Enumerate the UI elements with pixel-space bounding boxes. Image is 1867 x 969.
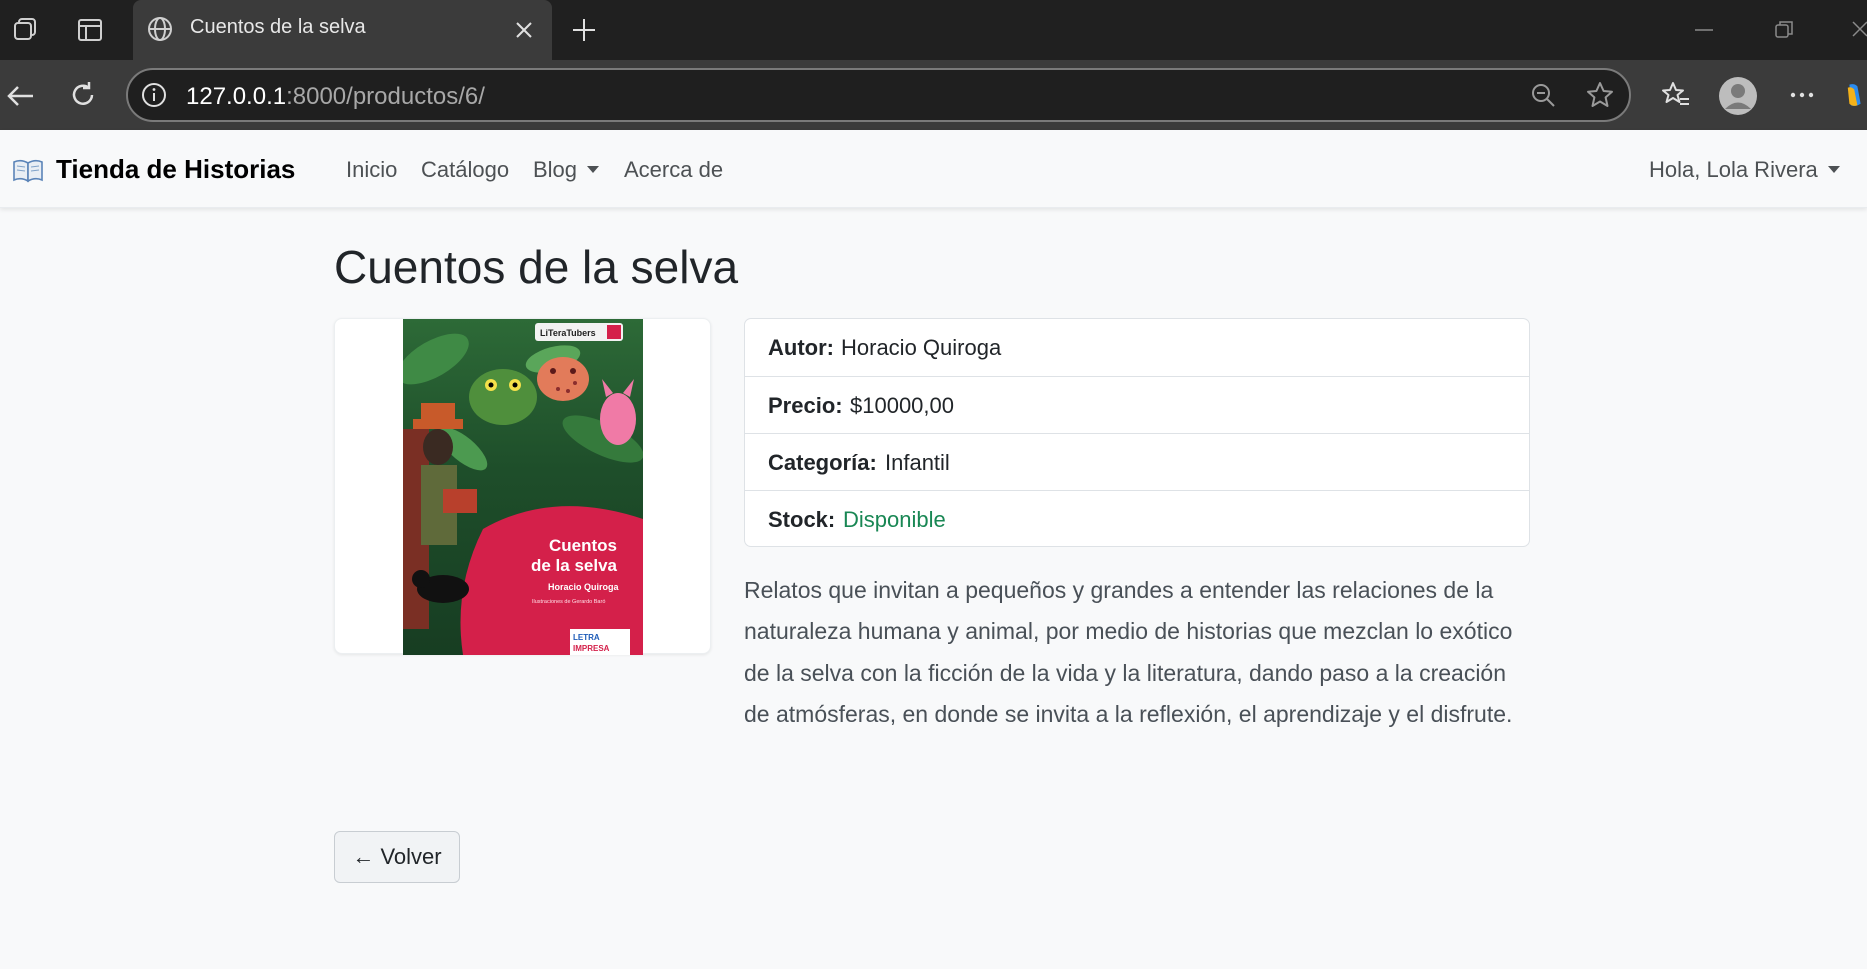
detail-precio: Precio: $10000,00 (745, 376, 1529, 433)
user-menu[interactable]: Hola, Lola Rivera (1649, 157, 1840, 183)
cover-illustrator: Ilustraciones de Gerardo Baró (532, 599, 605, 605)
window-close-icon[interactable] (1845, 12, 1867, 48)
browser-tabstrip: Cuentos de la selva (0, 0, 1867, 60)
nav-acerca-de[interactable]: Acerca de (624, 157, 723, 183)
cover-publisher-line2: IMPRESA (573, 644, 610, 653)
copilot-icon[interactable] (1843, 75, 1867, 115)
url-text[interactable]: 127.0.0.1:8000/productos/6/ (186, 83, 485, 111)
back-button[interactable]: ← Volver (334, 831, 460, 883)
detail-autor: Autor: Horacio Quiroga (745, 319, 1529, 376)
page-title: Cuentos de la selva (334, 241, 739, 293)
workspaces-icon[interactable] (8, 12, 44, 48)
cover-title-line2: de la selva (531, 556, 618, 575)
detail-value: Infantil (885, 450, 950, 475)
detail-label: Precio: (768, 393, 843, 418)
detail-label: Stock: (768, 507, 836, 532)
back-icon[interactable] (0, 76, 40, 116)
info-icon[interactable] (138, 79, 170, 111)
refresh-icon[interactable] (63, 75, 103, 115)
product-description: Relatos que invitan a pequeños y grandes… (744, 577, 1513, 727)
open-book-icon (13, 159, 43, 182)
minimize-icon[interactable] (1686, 12, 1722, 48)
browser-tab-active[interactable]: Cuentos de la selva (133, 0, 552, 60)
nav-inicio[interactable]: Inicio (346, 157, 397, 183)
detail-value: $10000,00 (850, 393, 954, 418)
chevron-down-icon (1827, 166, 1840, 174)
cover-author: Horacio Quiroga (548, 582, 620, 592)
product-details-list: Autor: Horacio Quiroga Precio: $10000,00… (744, 318, 1530, 547)
globe-icon (144, 13, 176, 45)
more-icon[interactable] (1782, 75, 1822, 115)
brand-link[interactable]: Tienda de Historias (12, 154, 295, 185)
cover-publisher-line1: LETRA (573, 633, 600, 642)
user-menu-label: Hola, Lola Rivera (1649, 157, 1818, 182)
stock-status: Disponible (843, 507, 946, 532)
nav-blog-label: Blog (533, 157, 578, 182)
address-bar[interactable]: 127.0.0.1:8000/productos/6/ (126, 68, 1631, 122)
url-host: 127.0.0.1 (186, 83, 287, 110)
favorites-icon[interactable] (1656, 75, 1696, 115)
detail-stock: Stock: Disponible (745, 490, 1529, 547)
book-cover-image: LiTeraTubers Cuentos de la selva Horacio… (403, 319, 643, 655)
detail-label: Categoría: (768, 450, 877, 475)
browser-toolbar: 127.0.0.1:8000/productos/6/ (0, 60, 1867, 130)
vertical-tabs-icon[interactable] (72, 12, 108, 48)
brand-name: Tienda de Historias (56, 154, 296, 184)
cover-badge-text: LiTeraTubers (540, 328, 596, 338)
site-navbar: Tienda de Historias Inicio Catálogo Blog… (0, 130, 1867, 208)
product-image-card: LiTeraTubers Cuentos de la selva Horacio… (334, 318, 711, 655)
plus-icon[interactable] (566, 12, 602, 48)
profile-icon[interactable] (1717, 75, 1759, 117)
nav-catalogo[interactable]: Catálogo (421, 157, 509, 183)
cover-title-line1: Cuentos (549, 536, 617, 555)
detail-categoria: Categoría: Infantil (745, 433, 1529, 490)
star-icon[interactable] (1584, 79, 1616, 111)
tab-title: Cuentos de la selva (190, 16, 366, 38)
detail-value: Horacio Quiroga (841, 335, 1002, 360)
nav-blog[interactable]: Blog (533, 157, 600, 183)
restore-icon[interactable] (1766, 12, 1802, 48)
chevron-down-icon (587, 166, 600, 174)
close-icon[interactable] (508, 14, 540, 46)
zoom-out-icon[interactable] (1527, 79, 1559, 111)
url-path: :8000/productos/6/ (286, 83, 485, 110)
detail-label: Autor: (768, 335, 834, 360)
